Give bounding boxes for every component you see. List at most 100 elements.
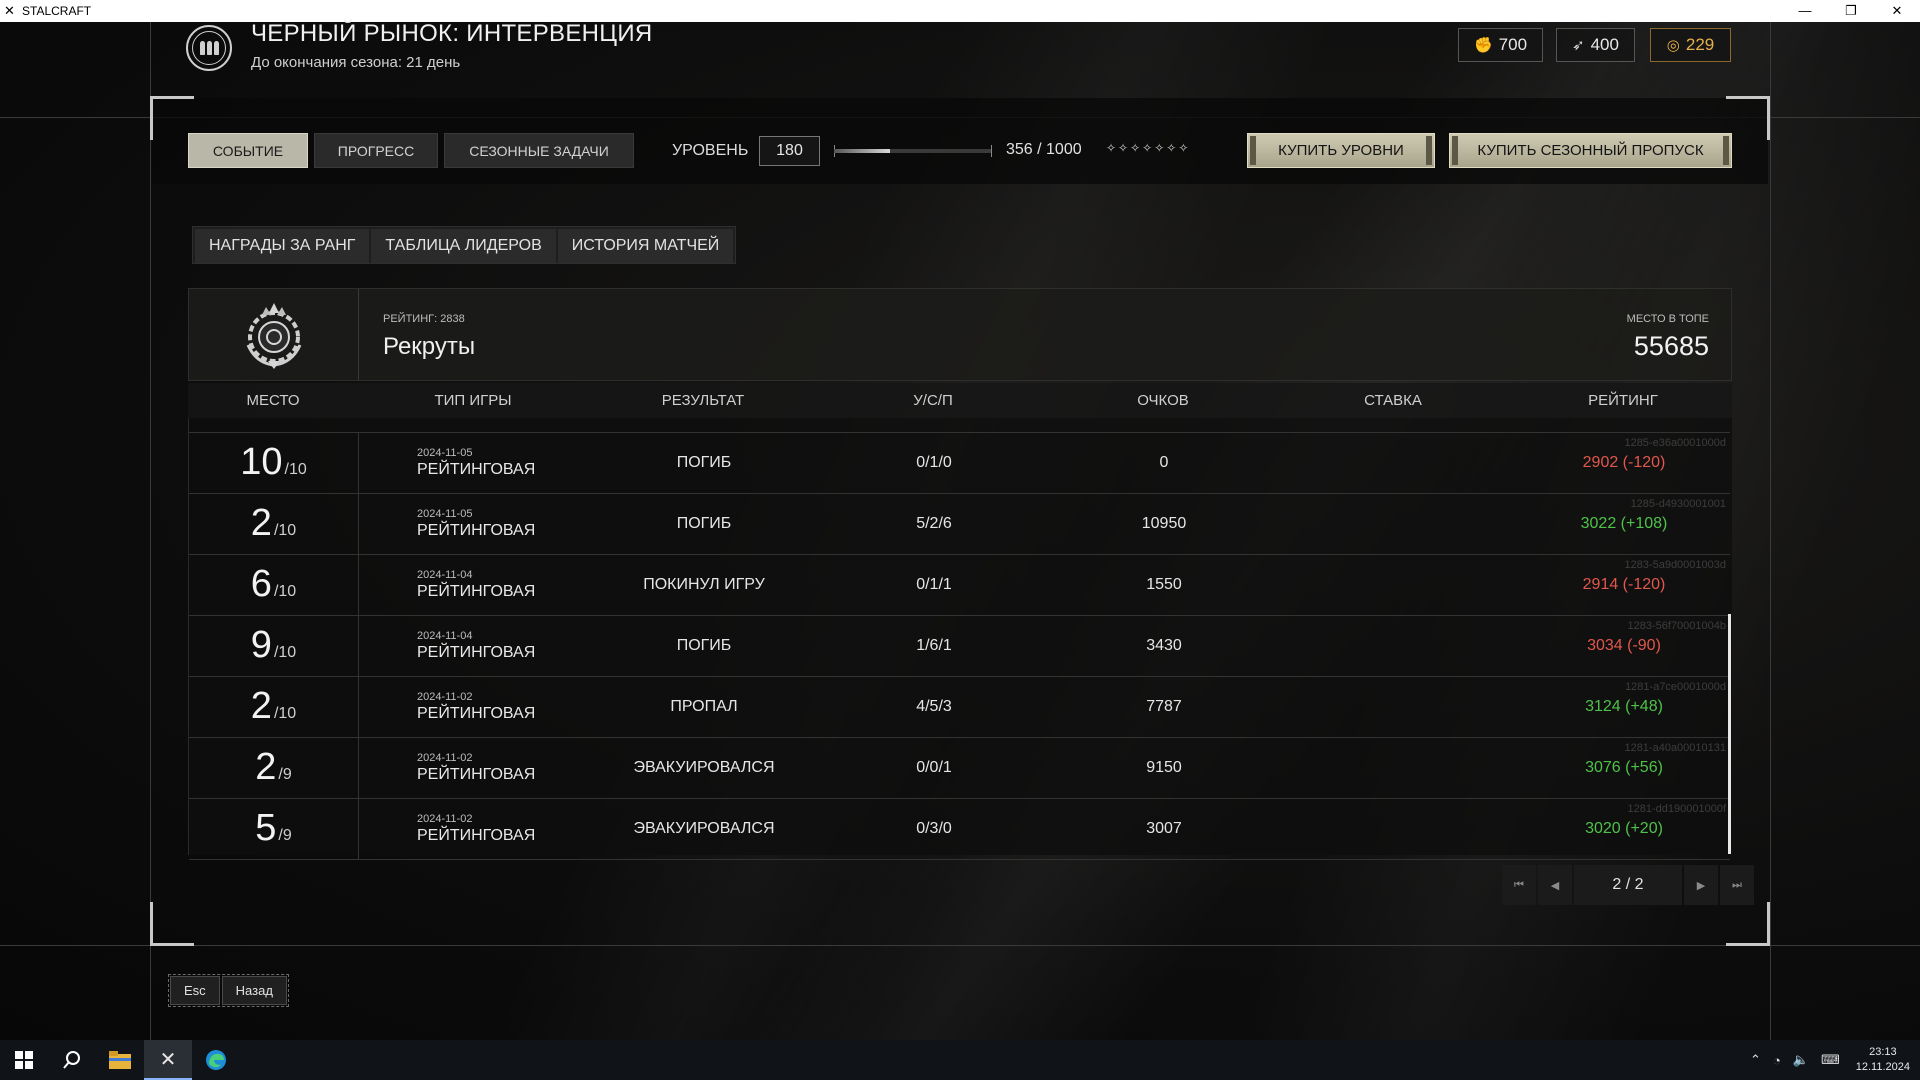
result: ПОКИНУЛ ИГРУ (643, 576, 765, 593)
game-type: РЕЙТИНГОВАЯ (417, 461, 536, 478)
col-result: РЕЗУЛЬТАТ (661, 392, 745, 409)
col-points: ОЧКОВ (1137, 392, 1189, 409)
result: ЭВАКУИРОВАЛСЯ (633, 759, 775, 776)
buy-season-pass-button[interactable]: КУПИТЬ СЕЗОННЫЙ ПРОПУСК (1449, 133, 1732, 168)
points: 3007 (1146, 820, 1182, 837)
tab-rank-rewards[interactable]: НАГРАДЫ ЗА РАНГ (195, 229, 370, 263)
rank-card: РЕЙТИНГ: 2838 Рекруты МЕСТО В ТОПЕ 55685 (188, 288, 1732, 381)
gold-coin-icon: ◎ (1666, 37, 1680, 54)
level-value: 180 (759, 136, 820, 166)
match-date: 2024-11-04 (417, 569, 473, 581)
table-row[interactable]: 2/10 2024-11-05 РЕЙТИНГОВАЯ ПОГИБ 5/2/6 10950… (189, 494, 1730, 555)
match-id: 1285-e36a0001000d (1624, 437, 1726, 449)
match-id: 1285-d4930001001 (1630, 498, 1726, 510)
rank-emblem-cell (189, 289, 359, 380)
table-row[interactable]: 6/10 2024-11-04 РЕЙТИНГОВАЯ ПОКИНУЛ ИГРУ 0/1… (189, 555, 1730, 616)
match-date: 2024-11-02 (417, 752, 473, 764)
file-explorer-icon[interactable] (96, 1040, 144, 1080)
points: 10950 (1141, 515, 1187, 532)
place-total: /10 (273, 522, 297, 539)
rating-change: 3076 (+56) (1585, 759, 1663, 776)
clock-time: 23:13 (1869, 1046, 1897, 1058)
place-total: /9 (278, 766, 292, 783)
bullet-token-icon: ➶ (1572, 37, 1585, 54)
buy-levels-button[interactable]: КУПИТЬ УРОВНИ (1247, 133, 1435, 168)
col-place: МЕСТО (246, 392, 300, 409)
battlepass-logo-icon (186, 25, 232, 71)
search-icon[interactable] (48, 1040, 96, 1080)
stalcraft-taskbar-icon[interactable]: ✕ (144, 1040, 192, 1080)
ksd: 5/2/6 (916, 515, 952, 532)
place-cell: 2/9 (189, 738, 359, 799)
currency-fist: ✊ 700 (1458, 28, 1543, 62)
place-value: 2 (255, 746, 277, 788)
keyboard-icon[interactable]: ⌨ (1815, 1052, 1846, 1068)
window-controls: — ❐ ✕ (1782, 0, 1920, 22)
game-type: РЕЙТИНГОВАЯ (417, 705, 536, 722)
window-titlebar: ✕ STALCRAFT — ❐ ✕ (0, 0, 1920, 22)
tab-leaderboard[interactable]: ТАБЛИЦА ЛИДЕРОВ (371, 229, 556, 263)
esc-key-button[interactable]: Esc (170, 976, 220, 1005)
next-page-button[interactable]: ▶ (1684, 865, 1718, 905)
rating-label: РЕЙТИНГ: 2838 (383, 313, 465, 325)
result: ЭВАКУИРОВАЛСЯ (633, 820, 775, 837)
table-row[interactable]: 2/10 2024-11-02 РЕЙТИНГОВАЯ ПРОПАЛ 4/5/3 7787… (189, 677, 1730, 738)
match-id: 1281-a40a00010131 (1624, 742, 1726, 754)
ksd: 4/5/3 (916, 698, 952, 715)
start-windows-icon[interactable] (0, 1040, 48, 1080)
result: ПОГИБ (676, 515, 732, 532)
match-history-table: 10/10 2024-11-05 РЕЙТИНГОВАЯ ПОГИБ 0/1/0 0 290… (188, 418, 1732, 860)
fist-token-icon: ✊ (1473, 37, 1493, 54)
match-id: 1281-dd190001000f (1627, 803, 1726, 815)
last-page-button[interactable]: ⏭ (1720, 865, 1754, 905)
table-row[interactable]: 2/9 2024-11-02 РЕЙТИНГОВАЯ ЭВАКУИРОВАЛСЯ 0/0… (189, 738, 1730, 799)
points: 0 (1159, 454, 1169, 471)
first-page-button[interactable]: ⏮ (1502, 865, 1536, 905)
top-place-value: 55685 (1633, 331, 1709, 361)
game-type: РЕЙТИНГОВАЯ (417, 583, 536, 600)
place-cell: 5/9 (189, 799, 359, 860)
chevron-up-icon[interactable]: ⌃ (1744, 1052, 1767, 1068)
ksd: 0/3/0 (916, 820, 952, 837)
season-countdown: До окончания сезона: 21 день (251, 54, 461, 71)
place-total: /10 (273, 583, 297, 600)
table-top-line (189, 424, 1730, 433)
edge-browser-icon[interactable] (192, 1040, 240, 1080)
ksd: 0/1/0 (916, 454, 952, 471)
match-date: 2024-11-02 (417, 691, 473, 703)
place-value: 10 (240, 441, 283, 483)
divider (0, 945, 1920, 946)
minimize-button[interactable]: — (1782, 0, 1828, 22)
tab-progress[interactable]: ПРОГРЕСС (314, 133, 438, 168)
match-date: 2024-11-05 (417, 447, 473, 459)
match-date: 2024-11-02 (417, 813, 473, 825)
tab-match-history[interactable]: ИСТОРИЯ МАТЧЕЙ (557, 229, 734, 263)
close-button[interactable]: ✕ (1874, 0, 1920, 22)
points: 9150 (1146, 759, 1182, 776)
table-row[interactable]: 5/9 2024-11-02 РЕЙТИНГОВАЯ ЭВАКУИРОВАЛСЯ 0/3… (189, 799, 1730, 860)
table-row[interactable]: 10/10 2024-11-05 РЕЙТИНГОВАЯ ПОГИБ 0/1/0 0 290… (189, 433, 1730, 494)
frame-corner (1726, 96, 1770, 140)
rating-change: 3020 (+20) (1585, 820, 1663, 837)
game-type: РЕЙТИНГОВАЯ (417, 766, 536, 783)
divider (1770, 22, 1771, 1040)
tab-seasonal-tasks[interactable]: СЕЗОННЫЕ ЗАДАЧИ (444, 133, 634, 168)
table-scrollbar[interactable] (1728, 614, 1731, 854)
points: 7787 (1146, 698, 1182, 715)
volume-icon[interactable]: 🔈 (1787, 1052, 1815, 1068)
stalcraft-app-icon: ✕ (4, 3, 15, 18)
tab-event[interactable]: СОБЫТИЕ (188, 133, 308, 168)
table-row[interactable]: 9/10 2024-11-04 РЕЙТИНГОВАЯ ПОГИБ 1/6/1 3430 3… (189, 616, 1730, 677)
place-total: /9 (278, 827, 292, 844)
window-title: STALCRAFT (22, 4, 92, 18)
clock[interactable]: 23:13 12.11.2024 (1846, 1045, 1920, 1075)
prev-page-button[interactable]: ◀ (1538, 865, 1572, 905)
network-icon[interactable]: ◔ (1767, 1053, 1787, 1068)
ksd: 0/1/1 (916, 576, 952, 593)
back-button[interactable]: Назад (221, 976, 287, 1005)
windows-taskbar: ✕ ⌃ ◔ 🔈 ⌨ 23:13 12.11.2024 (0, 1040, 1920, 1080)
result: ПОГИБ (676, 454, 732, 471)
restore-button[interactable]: ❐ (1828, 0, 1874, 22)
place-value: 6 (250, 563, 272, 605)
col-bet: СТАВКА (1364, 392, 1422, 409)
